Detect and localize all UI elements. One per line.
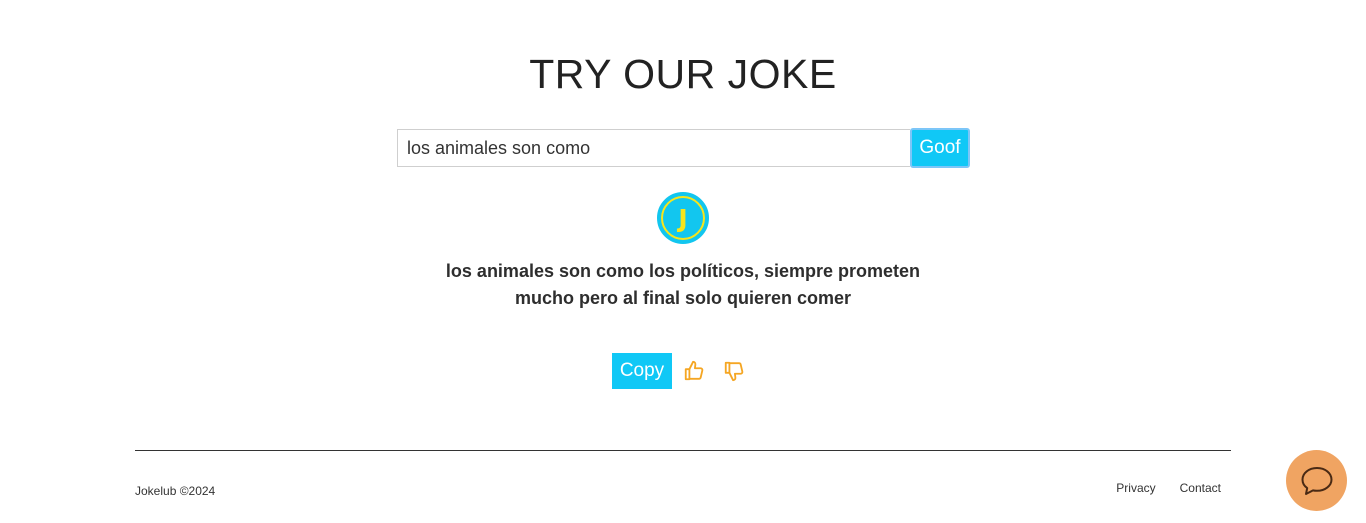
- chat-bubble-icon: [1301, 466, 1332, 495]
- joke-actions: Copy: [612, 353, 747, 389]
- contact-link[interactable]: Contact: [1180, 481, 1221, 495]
- privacy-link[interactable]: Privacy: [1116, 481, 1155, 495]
- avatar-letter: J: [661, 196, 705, 240]
- joke-text: los animales son como los políticos, sie…: [433, 258, 933, 312]
- search-bar: Goof: [397, 128, 970, 168]
- joke-line-1: los animales son como los políticos, sie…: [445, 261, 921, 281]
- page-title: TRY OUR JOKE: [529, 51, 837, 97]
- thumbs-up-icon[interactable]: [681, 358, 707, 384]
- footer-divider: [135, 450, 1231, 451]
- avatar: J: [657, 192, 709, 244]
- thumbs-down-icon[interactable]: [721, 358, 747, 384]
- chat-button[interactable]: [1286, 450, 1347, 511]
- page: TRY OUR JOKE Goof J los animales son com…: [0, 0, 1366, 523]
- footer-links: Privacy Contact: [1116, 481, 1221, 495]
- footer-copyright: Jokelub ©2024: [135, 484, 216, 498]
- joke-line-2: mucho pero al final solo quieren comer: [514, 288, 852, 308]
- search-input[interactable]: [397, 129, 910, 167]
- goof-button[interactable]: Goof: [910, 128, 970, 168]
- copy-button[interactable]: Copy: [612, 353, 672, 389]
